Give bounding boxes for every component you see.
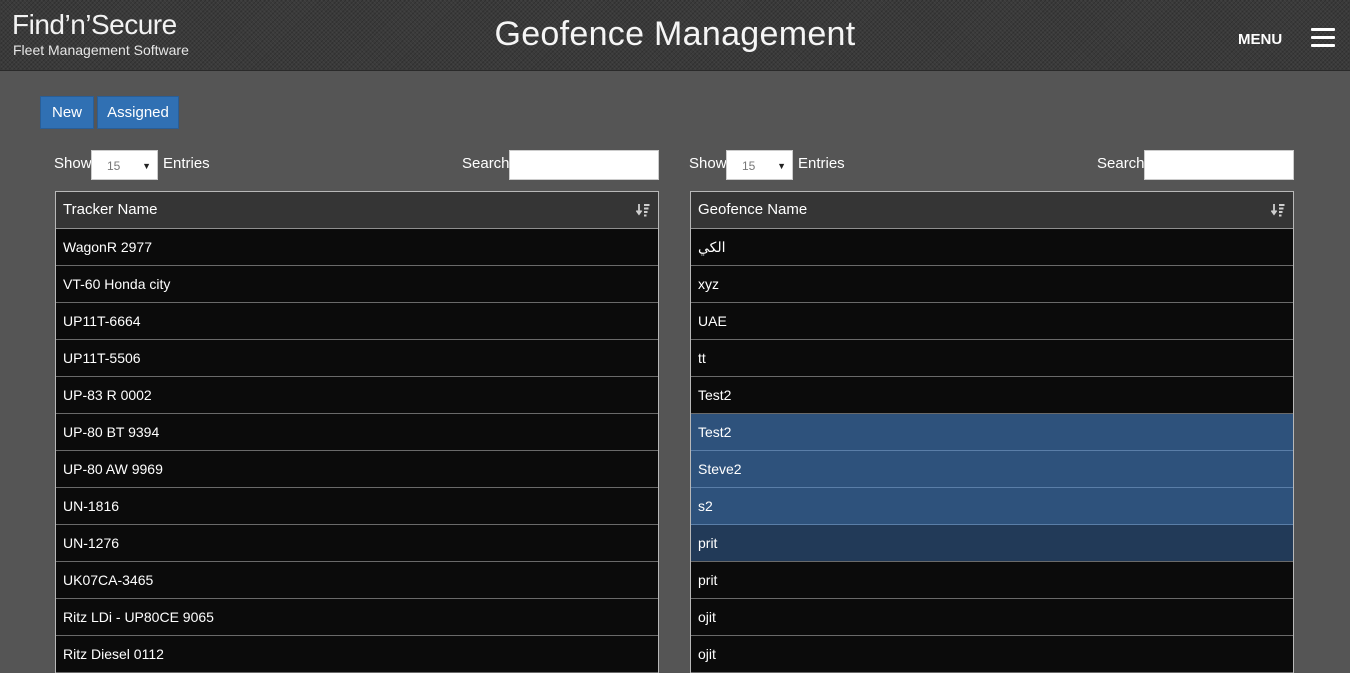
search-label: Search xyxy=(1097,155,1145,172)
table-row[interactable]: ojit xyxy=(691,599,1293,636)
table-row[interactable]: UP-80 BT 9394 xyxy=(56,414,658,451)
table-row[interactable]: Ritz LDi - UP80CE 9065 xyxy=(56,599,658,636)
search-label: Search xyxy=(462,155,510,172)
entries-label: Entries xyxy=(163,155,210,172)
table-row-hovered[interactable]: prit xyxy=(691,525,1293,562)
table-row[interactable]: prit xyxy=(691,562,1293,599)
table-row[interactable]: الكي xyxy=(691,229,1293,266)
geofence-table: Geofence Name الكي xyz UAE tt Test2 Test… xyxy=(690,191,1294,673)
table-row[interactable]: UN-1276 xyxy=(56,525,658,562)
column-header-label: Tracker Name xyxy=(63,201,158,218)
menu-label[interactable]: MENU xyxy=(1238,31,1282,48)
table-row-selected[interactable]: Steve2 xyxy=(691,451,1293,488)
table-row-selected[interactable]: s2 xyxy=(691,488,1293,525)
new-button[interactable]: New xyxy=(40,96,94,129)
table-row[interactable]: UK07CA-3465 xyxy=(56,562,658,599)
tracker-table: Tracker Name WagonR 2977 VT-60 Honda cit… xyxy=(55,191,659,673)
page-size-value: 15 xyxy=(742,159,756,173)
table-row[interactable]: UAE xyxy=(691,303,1293,340)
assigned-button[interactable]: Assigned xyxy=(97,96,179,129)
table-row[interactable]: WagonR 2977 xyxy=(56,229,658,266)
table-row[interactable]: xyz xyxy=(691,266,1293,303)
geofence-search-input[interactable] xyxy=(1144,150,1294,180)
tracker-page-size-select[interactable]: 15 ▼ xyxy=(91,150,158,180)
dropdown-arrow-icon: ▼ xyxy=(142,161,151,171)
table-row[interactable]: UP-83 R 0002 xyxy=(56,377,658,414)
hamburger-icon[interactable] xyxy=(1311,28,1335,48)
entries-label: Entries xyxy=(798,155,845,172)
table-row[interactable]: VT-60 Honda city xyxy=(56,266,658,303)
table-row[interactable]: UP11T-5506 xyxy=(56,340,658,377)
table-row[interactable]: Ritz Diesel 0112 xyxy=(56,636,658,673)
page-title: Geofence Management xyxy=(494,15,856,53)
geofence-table-controls: Show 15 ▼ Entries Search xyxy=(689,148,1295,192)
table-row[interactable]: tt xyxy=(691,340,1293,377)
show-label: Show xyxy=(689,155,727,172)
sort-icon[interactable] xyxy=(636,203,650,217)
tracker-name-column-header[interactable]: Tracker Name xyxy=(56,192,658,229)
sort-icon[interactable] xyxy=(1271,203,1285,217)
dropdown-arrow-icon: ▼ xyxy=(777,161,786,171)
tracker-table-controls: Show 15 ▼ Entries Search xyxy=(54,148,660,192)
tracker-panel: Show 15 ▼ Entries Search Tracker Name Wa… xyxy=(54,148,660,673)
table-row-selected[interactable]: Test2 xyxy=(691,414,1293,451)
table-row[interactable]: UP11T-6664 xyxy=(56,303,658,340)
table-row[interactable]: Test2 xyxy=(691,377,1293,414)
table-row[interactable]: UP-80 AW 9969 xyxy=(56,451,658,488)
table-row[interactable]: UN-1816 xyxy=(56,488,658,525)
table-row[interactable]: ojit xyxy=(691,636,1293,673)
tracker-search-input[interactable] xyxy=(509,150,659,180)
column-header-label: Geofence Name xyxy=(698,201,808,218)
show-label: Show xyxy=(54,155,92,172)
geofence-name-column-header[interactable]: Geofence Name xyxy=(691,192,1293,229)
geofence-panel: Show 15 ▼ Entries Search Geofence Name ا… xyxy=(689,148,1295,673)
app-header: Find’n’Secure Fleet Management Software … xyxy=(0,0,1350,71)
geofence-page-size-select[interactable]: 15 ▼ xyxy=(726,150,793,180)
page-size-value: 15 xyxy=(107,159,121,173)
